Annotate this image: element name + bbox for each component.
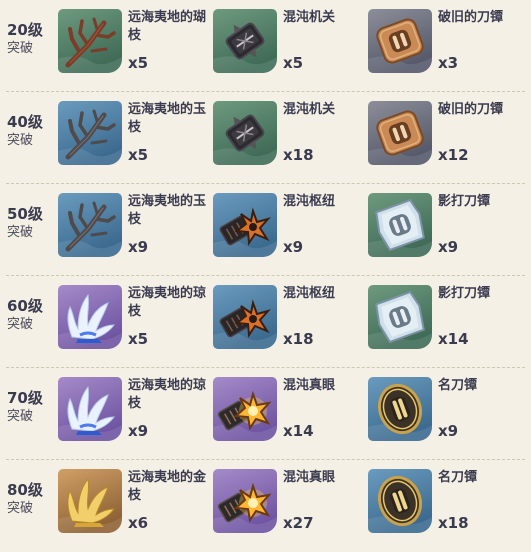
material-item[interactable]: 破旧的刀镡 x3 (368, 9, 518, 83)
level-number: 50级 (7, 205, 43, 223)
material-name: 混沌枢纽 (283, 194, 336, 209)
ascension-level: 60级突破 (7, 296, 55, 334)
level-label: 突破 (7, 41, 34, 56)
coral-branch-icon (58, 9, 122, 73)
material-quantity: x18 (283, 330, 314, 348)
level-label: 突破 (7, 133, 34, 148)
material-quantity: x9 (283, 238, 304, 256)
material-quantity: x6 (128, 514, 149, 532)
material-quantity: x5 (128, 54, 149, 72)
kageuchi-handguard-icon (368, 193, 432, 257)
chaos-device-icon (213, 101, 277, 165)
material-name: 名刀镡 (438, 378, 478, 393)
material-quantity: x5 (128, 146, 149, 164)
material-quantity: x9 (128, 422, 149, 440)
jade-branch-icon (58, 101, 122, 165)
chaos-circuit-icon (213, 285, 277, 349)
level-label: 突破 (7, 501, 34, 516)
level-label: 突破 (7, 409, 34, 424)
material-quantity: x14 (283, 422, 314, 440)
golden-branch-icon (58, 469, 122, 533)
old-handguard-icon (368, 101, 432, 165)
level-number: 20级 (7, 21, 43, 39)
material-name: 影打刀镡 (438, 286, 491, 301)
material-quantity: x12 (438, 146, 469, 164)
material-name: 影打刀镡 (438, 194, 491, 209)
material-item[interactable]: 远海夷地的琼枝 x9 (58, 377, 208, 451)
ascension-level: 20级突破 (7, 20, 55, 58)
material-name: 破旧的刀镡 (438, 102, 504, 117)
ascension-level: 70级突破 (7, 388, 55, 426)
ascension-level: 50级突破 (7, 204, 55, 242)
level-number: 70级 (7, 389, 43, 407)
material-quantity: x9 (438, 238, 459, 256)
material-quantity: x5 (128, 330, 149, 348)
jeweled-branch-icon (58, 285, 122, 349)
material-item[interactable]: 名刀镡 x9 (368, 377, 518, 451)
chaos-device-icon (213, 9, 277, 73)
chaos-circuit-icon (213, 193, 277, 257)
ascension-row: 70级突破 远海夷地的琼枝 x9 混沌真眼 x14 名刀镡 x9 (0, 368, 531, 460)
material-item[interactable]: 混沌机关 x5 (213, 9, 363, 83)
material-item[interactable]: 混沌真眼 x27 (213, 469, 363, 543)
material-item[interactable]: 远海夷地的琼枝 x5 (58, 285, 208, 359)
level-label: 突破 (7, 225, 34, 240)
material-quantity: x9 (128, 238, 149, 256)
material-name: 远海夷地的琼枝 (128, 378, 207, 411)
material-item[interactable]: 破旧的刀镡 x12 (368, 101, 518, 175)
material-name: 远海夷地的玉枝 (128, 194, 207, 227)
material-item[interactable]: 远海夷地的玉枝 x9 (58, 193, 208, 267)
jade-branch-icon (58, 193, 122, 257)
material-item[interactable]: 名刀镡 x18 (368, 469, 518, 543)
material-quantity: x9 (438, 422, 459, 440)
material-quantity: x14 (438, 330, 469, 348)
material-name: 名刀镡 (438, 470, 478, 485)
ascension-row: 60级突破 远海夷地的琼枝 x5 混沌枢纽 x18 影打刀镡 x14 (0, 276, 531, 368)
chaos-core-icon (213, 469, 277, 533)
material-name: 混沌机关 (283, 10, 336, 25)
material-name: 远海夷地的琼枝 (128, 286, 207, 319)
material-name: 远海夷地的瑚枝 (128, 10, 207, 43)
ascension-row: 80级突破 远海夷地的金枝 x6 混沌真眼 x27 名刀镡 x18 (0, 460, 531, 552)
level-label: 突破 (7, 317, 34, 332)
material-quantity: x5 (283, 54, 304, 72)
level-number: 40级 (7, 113, 43, 131)
material-item[interactable]: 远海夷地的瑚枝 x5 (58, 9, 208, 83)
old-handguard-icon (368, 9, 432, 73)
material-quantity: x18 (438, 514, 469, 532)
material-quantity: x3 (438, 54, 459, 72)
material-item[interactable]: 混沌真眼 x14 (213, 377, 363, 451)
level-number: 80级 (7, 481, 43, 499)
ascension-level: 80级突破 (7, 480, 55, 518)
ascension-row: 40级突破 远海夷地的玉枝 x5 混沌机关 x18 破旧的刀镡 x12 (0, 92, 531, 184)
material-quantity: x18 (283, 146, 314, 164)
material-name: 远海夷地的金枝 (128, 470, 207, 503)
ascension-row: 20级突破 远海夷地的瑚枝 x5 混沌机关 x5 破旧的刀镡 x3 (0, 0, 531, 92)
material-name: 远海夷地的玉枝 (128, 102, 207, 135)
ascension-row: 50级突破 远海夷地的玉枝 x9 混沌枢纽 x9 影打刀镡 x9 (0, 184, 531, 276)
chaos-core-icon (213, 377, 277, 441)
material-item[interactable]: 混沌枢纽 x9 (213, 193, 363, 267)
material-item[interactable]: 混沌机关 x18 (213, 101, 363, 175)
material-name: 混沌真眼 (283, 470, 336, 485)
ascension-level: 40级突破 (7, 112, 55, 150)
material-name: 混沌机关 (283, 102, 336, 117)
material-item[interactable]: 影打刀镡 x9 (368, 193, 518, 267)
material-item[interactable]: 影打刀镡 x14 (368, 285, 518, 359)
material-name: 混沌真眼 (283, 378, 336, 393)
material-item[interactable]: 混沌枢纽 x18 (213, 285, 363, 359)
ascension-materials-table: 20级 突破 远海夷地的瑚枝 x5 混沌机关 x5 破旧的刀镡 x3 40级 突破 (0, 0, 531, 535)
material-item[interactable]: 远海夷地的玉枝 x5 (58, 101, 208, 175)
kageuchi-handguard-icon (368, 285, 432, 349)
jeweled-branch-icon (58, 377, 122, 441)
level-number: 60级 (7, 297, 43, 315)
famous-handguard-icon (368, 377, 432, 441)
famous-handguard-icon (368, 469, 432, 533)
material-item[interactable]: 远海夷地的金枝 x6 (58, 469, 208, 543)
material-name: 混沌枢纽 (283, 286, 336, 301)
material-name: 破旧的刀镡 (438, 10, 504, 25)
material-quantity: x27 (283, 514, 314, 532)
